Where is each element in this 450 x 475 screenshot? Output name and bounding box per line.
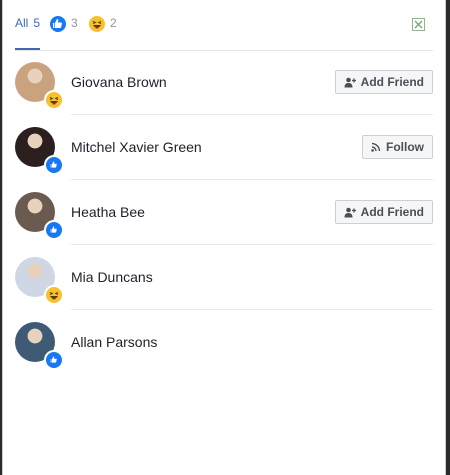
reaction-tabs: All 5 3 2 <box>15 0 433 51</box>
tab-all-count: 5 <box>33 16 41 30</box>
person-name[interactable]: Mitchel Xavier Green <box>71 139 202 155</box>
tab-all-label: All <box>15 16 29 30</box>
like-icon <box>44 155 64 175</box>
like-icon <box>44 220 64 240</box>
haha-icon <box>89 16 105 32</box>
person-name[interactable]: Allan Parsons <box>71 334 157 350</box>
button-label: Follow <box>386 140 424 154</box>
person-name[interactable]: Giovana Brown <box>71 74 167 90</box>
reactions-dialog: All 5 3 2 Giovana Brown Add Friend Mitch… <box>2 0 446 475</box>
list-item: Giovana Brown Add Friend <box>15 50 433 115</box>
tab-all[interactable]: All 5 <box>15 16 41 50</box>
list-item: Heatha Bee Add Friend <box>15 180 433 245</box>
tab-haha-count: 2 <box>110 16 117 30</box>
like-icon <box>50 16 66 32</box>
rss-icon <box>371 142 381 152</box>
tab-haha[interactable]: 2 <box>89 16 117 50</box>
like-icon <box>44 350 64 370</box>
tab-like-count: 3 <box>71 16 78 30</box>
button-label: Add Friend <box>360 205 424 219</box>
list-item: Mia Duncans <box>15 245 433 310</box>
list-item: Mitchel Xavier Green Follow <box>15 115 433 180</box>
follow-button[interactable]: Follow <box>362 135 433 159</box>
tab-like[interactable]: 3 <box>50 16 78 50</box>
add-friend-button[interactable]: Add Friend <box>334 200 433 224</box>
person-name[interactable]: Mia Duncans <box>71 269 153 285</box>
reactor-list: Giovana Brown Add Friend Mitchel Xavier Gr… <box>15 50 433 375</box>
haha-icon <box>44 90 64 110</box>
haha-icon <box>44 285 64 305</box>
add-friend-button[interactable]: Add Friend <box>334 70 433 94</box>
button-label: Add Friend <box>360 75 424 89</box>
list-item: Allan Parsons <box>15 310 433 375</box>
add-friend-icon <box>344 77 356 88</box>
person-name[interactable]: Heatha Bee <box>71 204 145 220</box>
add-friend-icon <box>344 207 356 218</box>
close-icon[interactable] <box>412 18 425 31</box>
